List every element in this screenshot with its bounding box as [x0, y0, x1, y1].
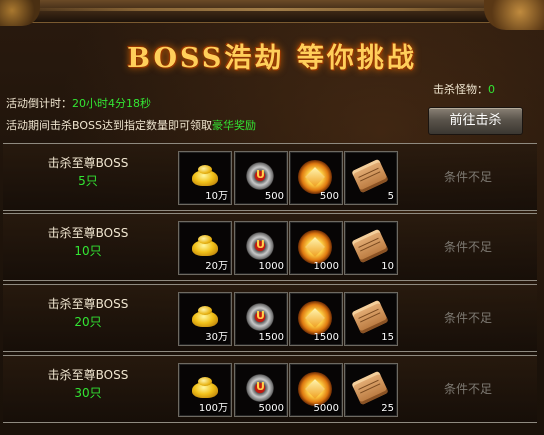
reward-slot[interactable]: 1000 [234, 221, 288, 275]
countdown-value: 20小时4分18秒 [72, 97, 151, 110]
row-goal: 击杀至尊BOSS 20只 [3, 295, 173, 331]
fire-crystal-icon [298, 230, 332, 264]
claim-status: 条件不足 [443, 240, 492, 254]
dragon-ornament-icon [484, 0, 544, 30]
boss-event-panel: BOSS浩劫 等你挑战 活动倒计时：20小时4分18秒 活动期间击杀BOSS达到… [0, 0, 544, 435]
reward-slot[interactable]: 500 [234, 151, 288, 205]
reward-qty: 1000 [258, 261, 284, 272]
row-goal: 击杀至尊BOSS 10只 [3, 224, 173, 260]
fire-crystal-icon [298, 301, 332, 335]
reward-qty: 10 [381, 261, 394, 272]
reward-qty: 1500 [313, 332, 339, 343]
go-kill-button[interactable]: 前往击杀 [428, 107, 523, 135]
reward-slot[interactable]: 1500 [234, 292, 288, 346]
reward-row: 击杀至尊BOSS 30只 100万 5000 5000 25 条件不足 [3, 355, 537, 423]
reward-slot[interactable]: 5000 [234, 363, 288, 417]
countdown-info: 活动倒计时：20小时4分18秒 [6, 95, 151, 111]
reward-slot[interactable]: 25 [344, 363, 398, 417]
notice-text: 活动期间击杀BOSS达到指定数量即可领取 [6, 119, 212, 132]
reward-qty: 100万 [198, 403, 228, 414]
reward-slot[interactable]: 1000 [289, 221, 343, 275]
reward-qty: 5000 [313, 403, 339, 414]
reward-qty: 5 [387, 191, 394, 202]
reward-row: 击杀至尊BOSS 5只 10万 500 500 5 条件不足 [3, 143, 537, 211]
kill-count: 击杀怪物：0 [433, 81, 495, 97]
scroll-icon [351, 299, 389, 335]
panel-top-frame [0, 0, 544, 23]
reward-slot[interactable]: 1500 [289, 292, 343, 346]
row-goal-label: 击杀至尊BOSS [47, 156, 129, 170]
scroll-icon [351, 228, 389, 264]
row-goal-count: 20只 [74, 315, 102, 329]
reward-qty: 10万 [205, 191, 228, 202]
reward-slot[interactable]: 10 [344, 221, 398, 275]
scroll-icon [351, 370, 389, 406]
fire-crystal-icon [298, 372, 332, 406]
rune-badge-icon [244, 160, 276, 192]
kill-count-value: 0 [488, 83, 495, 96]
scroll-icon [351, 158, 389, 194]
gold-ingot-icon [192, 306, 218, 327]
event-notice: 活动期间击杀BOSS达到指定数量即可领取豪华奖励 [6, 117, 256, 133]
reward-qty: 20万 [205, 261, 228, 272]
reward-qty: 25 [381, 403, 394, 414]
row-goal-count: 10只 [74, 244, 102, 258]
countdown-label: 活动倒计时： [6, 97, 72, 110]
kill-count-label: 击杀怪物： [433, 83, 488, 96]
row-goal: 击杀至尊BOSS 30只 [3, 366, 173, 402]
fire-crystal-icon [298, 160, 332, 194]
claim-status: 条件不足 [443, 170, 492, 184]
rune-badge-icon [244, 301, 276, 333]
rune-badge-icon [244, 372, 276, 404]
claim-status: 条件不足 [443, 382, 492, 396]
reward-qty: 1500 [258, 332, 284, 343]
reward-qty: 500 [319, 191, 339, 202]
gold-ingot-icon [192, 377, 218, 398]
reward-slot[interactable]: 100万 [178, 363, 232, 417]
row-goal: 击杀至尊BOSS 5只 [3, 154, 173, 190]
rune-badge-icon [244, 230, 276, 262]
row-goal-count: 30只 [74, 386, 102, 400]
reward-slot[interactable]: 5 [344, 151, 398, 205]
reward-list: 击杀至尊BOSS5只10万5005005条件不足击杀至尊BOSS10只20万10… [3, 143, 537, 435]
reward-qty: 1000 [313, 261, 339, 272]
reward-qty: 5000 [258, 403, 284, 414]
reward-slot[interactable]: 500 [289, 151, 343, 205]
gold-ingot-icon [192, 235, 218, 256]
reward-slot[interactable]: 5000 [289, 363, 343, 417]
reward-row: 击杀至尊BOSS 20只 30万 1500 1500 15 条件不足 [3, 284, 537, 352]
reward-qty: 500 [264, 191, 284, 202]
gold-ingot-icon [192, 165, 218, 186]
reward-qty: 30万 [205, 332, 228, 343]
notice-highlight: 豪华奖励 [211, 119, 256, 132]
claim-status: 条件不足 [443, 311, 492, 325]
reward-slot[interactable]: 30万 [178, 292, 232, 346]
row-goal-label: 击杀至尊BOSS [47, 368, 129, 382]
reward-qty: 15 [381, 332, 394, 343]
row-goal-label: 击杀至尊BOSS [47, 297, 129, 311]
row-goal-label: 击杀至尊BOSS [47, 226, 129, 240]
row-goal-count: 5只 [78, 174, 98, 188]
reward-slot[interactable]: 15 [344, 292, 398, 346]
event-title: BOSS浩劫 等你挑战 [127, 43, 417, 74]
reward-slot[interactable]: 20万 [178, 221, 232, 275]
reward-slot[interactable]: 10万 [178, 151, 232, 205]
reward-row: 击杀至尊BOSS 10只 20万 1000 1000 10 条件不足 [3, 213, 537, 281]
